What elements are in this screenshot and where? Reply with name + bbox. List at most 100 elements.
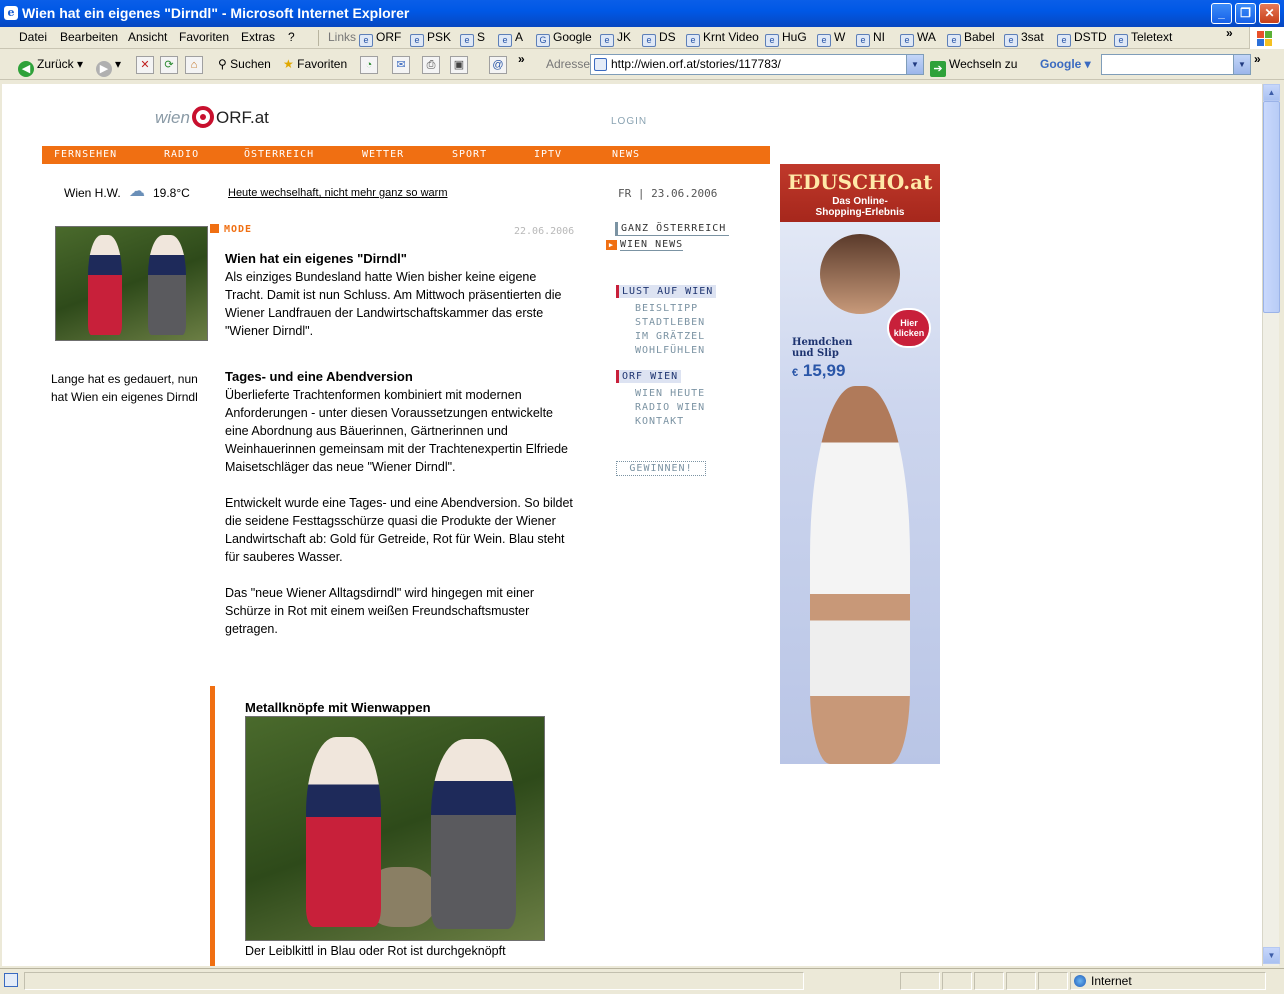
- link-a[interactable]: eA: [498, 30, 523, 47]
- forecast-link[interactable]: Heute wechselhaft, nicht mehr ganz so wa…: [228, 187, 448, 199]
- back-button[interactable]: ◀ Zurück ▾: [18, 57, 83, 77]
- address-input[interactable]: http://wien.orf.at/stories/117783/ ▼: [590, 54, 924, 75]
- temperature: 19.8°C: [153, 186, 190, 200]
- link-w[interactable]: eW: [817, 30, 845, 47]
- menu-bearbeiten[interactable]: Bearbeiten: [60, 30, 118, 44]
- nav-wetter[interactable]: WETTER: [362, 149, 404, 160]
- link-orf[interactable]: e ORF: [359, 30, 401, 47]
- link-google[interactable]: G Google: [536, 30, 592, 47]
- link-kontakt[interactable]: KONTAKT: [635, 416, 684, 427]
- link-jk[interactable]: e JK: [600, 30, 631, 47]
- eduscho-ad[interactable]: EDUSCHO.at Das Online-Shopping-Erlebnis …: [780, 164, 940, 764]
- links-overflow-icon[interactable]: »: [1226, 26, 1233, 40]
- address-dropdown-icon[interactable]: ▼: [906, 55, 923, 74]
- gewinnen-button[interactable]: GEWINNEN!: [616, 461, 706, 476]
- ad-product: Hemdchen und Slip: [792, 337, 853, 359]
- nav-radio[interactable]: RADIO: [164, 149, 199, 160]
- window-title: Wien hat ein eigenes "Dirndl" - Microsof…: [22, 5, 410, 21]
- login-link[interactable]: LOGIN: [611, 116, 647, 127]
- history-button[interactable]: ◔: [360, 56, 378, 74]
- article-thumbnail[interactable]: [55, 226, 208, 341]
- globe-icon: [1074, 975, 1086, 987]
- close-button[interactable]: ✕: [1259, 3, 1280, 24]
- infobox-title: Metallknöpfe mit Wienwappen: [245, 700, 431, 715]
- google-dropdown-icon[interactable]: ▼: [1233, 55, 1250, 74]
- minimize-button[interactable]: _: [1211, 3, 1232, 24]
- link-teletext[interactable]: e Teletext: [1114, 30, 1172, 47]
- tab-ganz-oesterreich[interactable]: GANZ ÖSTERREICH: [615, 222, 730, 236]
- tab-wien-news[interactable]: ▶ WIEN NEWS: [603, 238, 686, 251]
- link-krnt-video[interactable]: e Krnt Video: [686, 30, 759, 47]
- link-babel[interactable]: e Babel: [947, 30, 995, 47]
- article-photo[interactable]: [245, 716, 545, 941]
- nav-oesterreich[interactable]: ÖSTERREICH: [244, 149, 314, 160]
- links-label: Links: [328, 30, 357, 44]
- google-toolbar-logo[interactable]: Google ▾: [1040, 57, 1091, 71]
- page-icon: [594, 58, 607, 71]
- vertical-scrollbar[interactable]: ▲ ▼: [1262, 84, 1280, 966]
- scroll-up-icon[interactable]: ▲: [1263, 84, 1280, 101]
- link-wien-heute[interactable]: WIEN HEUTE: [635, 388, 705, 399]
- page-icon: e: [900, 34, 914, 47]
- scroll-down-icon[interactable]: ▼: [1263, 947, 1280, 964]
- refresh-button[interactable]: ⟳: [160, 56, 178, 74]
- favorites-button[interactable]: ★ Favoriten: [283, 57, 347, 71]
- weather-station: Wien H.W.: [64, 186, 121, 200]
- link-psk[interactable]: e PSK: [410, 30, 451, 47]
- menu-ansicht[interactable]: Ansicht: [128, 30, 167, 44]
- page-icon: e: [856, 34, 870, 47]
- menu-help[interactable]: ?: [288, 30, 295, 44]
- google-overflow-icon[interactable]: »: [1254, 52, 1261, 66]
- nav-news[interactable]: NEWS: [612, 149, 640, 160]
- link-stadtleben[interactable]: STADTLEBEN: [635, 317, 705, 328]
- messenger-button[interactable]: @: [489, 56, 507, 74]
- link-im-graetzel[interactable]: IM GRÄTZEL: [635, 331, 705, 342]
- google-search-input[interactable]: ▼: [1101, 54, 1251, 75]
- link-radio-wien[interactable]: RADIO WIEN: [635, 402, 705, 413]
- nav-fernsehen[interactable]: FERNSEHEN: [54, 149, 117, 160]
- infobox-text: Der Leiblkittl in Blau oder Rot ist durc…: [245, 944, 506, 958]
- link-wa[interactable]: e WA: [900, 30, 936, 47]
- link-hug[interactable]: e HuG: [765, 30, 807, 47]
- link-ni[interactable]: e NI: [856, 30, 885, 47]
- link-beisltipp[interactable]: BEISLTIPP: [635, 303, 698, 314]
- link-s[interactable]: eS: [460, 30, 485, 47]
- article-body: Tages- und eine Abendversion Überliefert…: [225, 368, 573, 638]
- link-dstd[interactable]: e DSTD: [1057, 30, 1107, 47]
- mail-button[interactable]: ✉: [392, 56, 410, 74]
- nav-sport[interactable]: SPORT: [452, 149, 487, 160]
- forward-button[interactable]: ▶ ▾: [96, 57, 121, 77]
- search-button[interactable]: ⚲ Suchen: [218, 57, 271, 71]
- status-pane: [1038, 972, 1068, 990]
- section-orf-wien[interactable]: ORF WIEN: [616, 370, 682, 383]
- window-titlebar[interactable]: e Wien hat ein eigenes "Dirndl" - Micros…: [0, 0, 1284, 27]
- maximize-button[interactable]: ❐: [1235, 3, 1256, 24]
- ad-cta-button[interactable]: Hier klicken: [887, 308, 931, 348]
- link-3sat[interactable]: e 3sat: [1004, 30, 1044, 47]
- toolbar-overflow-icon[interactable]: »: [518, 52, 525, 66]
- link-ds[interactable]: e DS: [642, 30, 676, 47]
- menu-datei[interactable]: Datei: [19, 30, 47, 44]
- link-wohlfuehlen[interactable]: WOHLFÜHLEN: [635, 345, 705, 356]
- page-icon: e: [765, 34, 779, 47]
- star-icon: ★: [283, 57, 294, 71]
- status-bar: Internet: [0, 968, 1284, 994]
- stop-button[interactable]: ✕: [136, 56, 154, 74]
- arrow-icon: ▶: [606, 240, 617, 250]
- address-label: Adresse: [546, 57, 591, 71]
- menu-favoriten[interactable]: Favoriten: [179, 30, 229, 44]
- page-icon: e: [686, 34, 700, 47]
- home-button[interactable]: ⌂: [185, 56, 203, 74]
- main-nav: FERNSEHEN RADIO ÖSTERREICH WETTER SPORT …: [42, 146, 770, 164]
- section-lust-auf-wien[interactable]: LUST AUF WIEN: [616, 285, 717, 298]
- page-status-icon: [4, 973, 18, 987]
- edit-button[interactable]: ▣: [450, 56, 468, 74]
- go-button[interactable]: ➔ Wechseln zu: [930, 57, 1017, 77]
- print-button[interactable]: ⎙: [422, 56, 440, 74]
- image-caption: Lange hat es gedauert, nun hat Wien ein …: [51, 372, 198, 404]
- forward-arrow-icon: ▶: [96, 61, 112, 77]
- nav-iptv[interactable]: IPTV: [534, 149, 562, 160]
- menu-extras[interactable]: Extras: [241, 30, 275, 44]
- site-logo[interactable]: wien ORF.at: [155, 106, 269, 128]
- scroll-thumb[interactable]: [1263, 101, 1280, 313]
